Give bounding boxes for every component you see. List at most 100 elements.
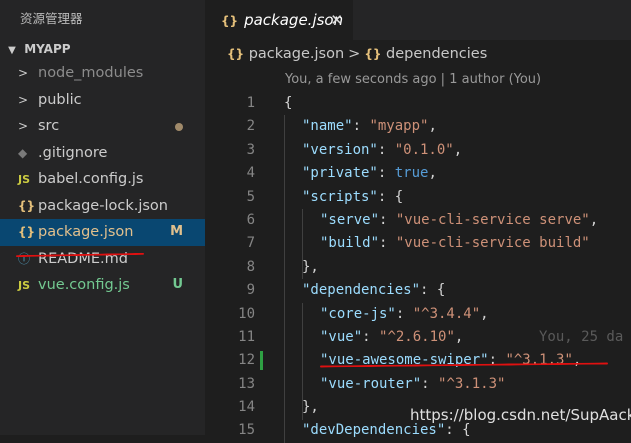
code-line[interactable]: 3 "version": "0.1.0", — [205, 139, 631, 162]
code-text: "vue": "^2.6.10", — [320, 326, 463, 349]
code-text: "dependencies": { — [302, 279, 445, 302]
tree-item-vue-config-js[interactable]: JS vue.config.js U — [0, 272, 205, 299]
tree-item-label: public — [38, 91, 82, 108]
line-number: 13 — [238, 375, 255, 392]
breadcrumb-file[interactable]: package.json — [249, 46, 344, 62]
code-token: true — [394, 165, 429, 182]
javascript-file-icon: JS — [18, 279, 31, 292]
code-token: "vue-router" — [320, 375, 422, 392]
indent-guide — [302, 209, 303, 280]
git-icon: ◆ — [18, 145, 28, 160]
code-text: }, — [302, 256, 319, 279]
tree-item-label: src — [38, 118, 60, 134]
code-token: , — [589, 211, 599, 228]
tree-item-node-modules[interactable]: > node_modules — [0, 60, 205, 87]
code-token: : { — [377, 188, 404, 205]
code-token: , — [428, 118, 437, 135]
code-token: "core-js" — [320, 305, 396, 322]
code-token: : — [362, 328, 380, 345]
code-line[interactable]: 8}, — [205, 256, 631, 279]
code-token: "scripts" — [302, 188, 378, 205]
tree-item-label: babel.config.js — [38, 171, 144, 187]
json-file-icon: {} — [18, 225, 36, 239]
code-line[interactable]: 1{ — [205, 92, 631, 115]
indent-guide — [302, 302, 303, 420]
tab-label: package.json — [244, 11, 344, 29]
code-editor[interactable]: 1{2 "name": "myapp", 3 "version": "0.1.0", 4… — [205, 92, 631, 443]
modified-line-indicator — [260, 351, 263, 371]
tree-item-package-json[interactable]: {} package.json M — [0, 219, 205, 246]
json-file-icon: {} — [221, 14, 239, 28]
code-token: , — [572, 352, 582, 369]
code-token: : { — [445, 422, 471, 439]
code-token: "^2.6.10" — [379, 328, 455, 345]
file-tree: > node_modules > public > src ◆ .gitignore JS bab… — [0, 60, 205, 299]
chevron-right-icon: > — [18, 92, 29, 107]
code-text: "private": true, — [302, 162, 437, 185]
tree-item-src[interactable]: > src — [0, 113, 205, 140]
line-number: 10 — [238, 305, 255, 322]
code-token: : — [377, 165, 395, 182]
line-number: 2 — [246, 118, 255, 135]
line-number: 4 — [246, 165, 255, 182]
code-token: }, — [302, 399, 319, 416]
codelens-blame[interactable]: You, a few seconds ago | 1 author (You) — [205, 68, 631, 92]
code-token: "version" — [302, 141, 378, 158]
tree-item-package-lock-json[interactable]: {} package-lock.json — [0, 193, 205, 220]
tree-item--gitignore[interactable]: ◆ .gitignore — [0, 140, 205, 167]
code-token: , — [454, 328, 464, 345]
explorer-sidebar: 资源管理器 ▼ MYAPP > node_modules > public > src ◆.… — [0, 0, 205, 435]
code-token: "serve" — [320, 211, 380, 228]
code-line[interactable]: 4 "private": true, — [205, 162, 631, 185]
tree-item-public[interactable]: > public — [0, 87, 205, 114]
tree-item-readme-md[interactable]: ⓘ README.md — [0, 246, 205, 273]
code-line[interactable]: 2 "name": "myapp", — [205, 115, 631, 138]
code-text: "name": "myapp", — [302, 115, 437, 138]
indent-guide — [284, 115, 285, 443]
code-token: : — [377, 141, 395, 158]
code-line[interactable]: 5 "scripts": { — [205, 186, 631, 209]
code-token: }, — [302, 258, 319, 275]
line-number: 8 — [246, 258, 255, 275]
code-token: "private" — [302, 165, 378, 182]
folder-header[interactable]: ▼ MYAPP — [0, 38, 205, 60]
breadcrumb-separator: > — [348, 46, 361, 62]
code-text: "vue-router": "^3.1.3" — [320, 373, 505, 396]
git-status-badge: M — [170, 224, 183, 239]
tree-item-label: vue.config.js — [38, 277, 130, 293]
tab-bar: {} package.json ✕ — [205, 0, 631, 40]
line-number: 1 — [246, 95, 255, 111]
line-number: 5 — [246, 188, 255, 205]
code-text: "build": "vue-cli-service build" — [320, 232, 590, 255]
code-line[interactable]: 6 "serve": "vue-cli-service serve", — [205, 209, 631, 232]
code-line[interactable]: 11 "vue": "^2.6.10", You, 25 da — [205, 326, 631, 349]
code-line[interactable]: 9 "dependencies": { — [205, 279, 631, 302]
breadcrumb: {} package.json >{} dependencies — [205, 40, 631, 68]
info-icon: ⓘ — [18, 251, 31, 266]
line-number: 14 — [238, 399, 255, 416]
code-token: { — [436, 282, 446, 299]
chevron-down-icon: ▼ — [8, 45, 16, 56]
git-status-badge: U — [172, 277, 183, 292]
breadcrumb-section[interactable]: dependencies — [386, 46, 487, 62]
code-line[interactable]: 13 "vue-router": "^3.1.3" — [205, 373, 631, 396]
code-token: : — [421, 375, 439, 392]
close-icon[interactable]: ✕ — [330, 0, 343, 40]
code-line[interactable]: 12 "vue-awesome-swiper": "^3.1.3", — [205, 349, 631, 372]
javascript-file-icon: JS — [18, 173, 31, 186]
code-token: "dependencies" — [302, 282, 421, 299]
modified-dot-icon — [175, 123, 183, 131]
watermark: https://blog.csdn.net/SupAack — [410, 406, 631, 424]
line-number: 7 — [246, 235, 255, 252]
code-token: "myapp" — [369, 118, 429, 135]
code-line[interactable]: 7 "build": "vue-cli-service build" — [205, 232, 631, 255]
chevron-right-icon: > — [18, 119, 29, 133]
code-text: { — [284, 92, 292, 115]
tab-package-json[interactable]: {} package.json ✕ — [205, 0, 353, 40]
code-line[interactable]: 10 "core-js": "^3.4.4", — [205, 303, 631, 326]
tree-item-babel-config-js[interactable]: JS babel.config.js — [0, 166, 205, 193]
code-text: "version": "0.1.0", — [302, 139, 462, 162]
chevron-right-icon: > — [18, 66, 29, 80]
tree-item-label: package.json — [38, 224, 134, 240]
code-token: "vue-cli-service serve" — [395, 211, 590, 228]
